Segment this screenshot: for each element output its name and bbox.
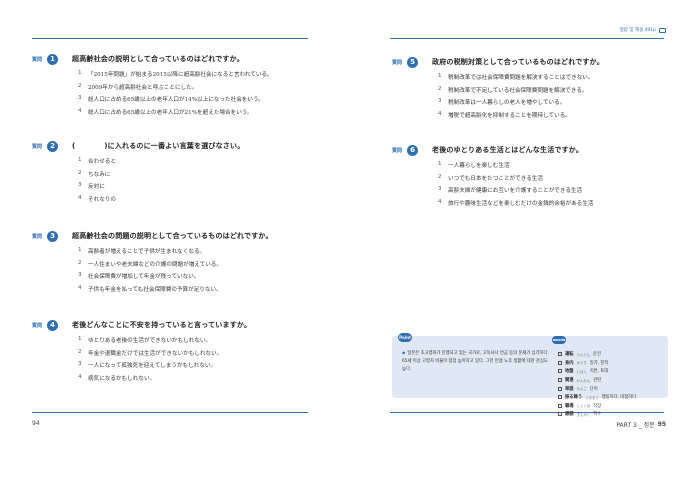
option-item: 1 一人暮らしを楽しむ生活 — [438, 161, 510, 169]
question-number-badge: 3 — [47, 230, 58, 242]
bottom-rule — [32, 412, 308, 413]
point-text: ◆ 일본은 초고령화가 진행되고 있는 국가로, 고독사나 연금 등의 문제가 심… — [402, 350, 552, 374]
option-item: 3 社会保障費が増加して年金が残っていない。 — [78, 272, 200, 280]
option-item: 4 病気になるかもしれない。 — [78, 373, 156, 382]
option-item: 4 旅行や趣味生活などを楽しむだけの金銭的余裕がある生活 — [438, 198, 594, 207]
question-text: 超高齢社会の問題の説明として合っているものはどれですか。 — [72, 232, 273, 240]
question-number-badge: 2 — [47, 140, 58, 152]
question-2: 質問 2 ( )に入れるのに一番よい言葉を選びなさい。 1 合わせると 2 ちなみに… — [32, 140, 244, 207]
question-label: 質問 — [32, 233, 43, 240]
option-item: 1 合わせると — [78, 157, 116, 165]
question-text: 老後のゆとりある生活とはどんな生活ですか。 — [432, 146, 584, 154]
running-head-text: 정답 및 해설 491p — [619, 28, 656, 33]
checkbox-icon — [558, 378, 562, 383]
option-item: 2 2009年から超高齢社会と呼ぶことにした。 — [78, 82, 198, 91]
question-6: 質問 6 老後のゆとりある生活とはどんな生活ですか。 1 一人暮らしを楽しむ生活 … — [392, 144, 593, 211]
footer-part: PART 3 _ 정문 — [616, 422, 655, 429]
vocab-item: 地盤 じばん 지반, 토대 — [558, 367, 636, 376]
option-item: 1 税制改革では社会保障費問題を解決することはできない。 — [438, 73, 594, 81]
running-head: 정답 및 해설 491p — [620, 27, 666, 33]
page-number: 95 — [657, 421, 666, 428]
option-item: 4 それなりの — [78, 194, 116, 203]
option-list: 1 ゆとりある老後の生活ができないかもしれない。 2 年金や退職金だけでは生活ができ… — [32, 336, 251, 386]
option-item: 1 「2015年問題」が始まる2015以降に超高齢社会になると言われている。 — [78, 70, 273, 78]
option-list: 1 「2015年問題」が始まる2015以降に超高齢社会になると言われている。 22… — [32, 70, 273, 120]
question-label: 質問 — [32, 322, 43, 329]
question-1: 質問 1 超高齢社会の説明として合っているのはどれですか。 1 「2015年問題」… — [32, 53, 273, 120]
option-list: 1 合わせると 2 ちなみに 3 反対に 4 それなりの — [32, 157, 244, 207]
words-badge: words — [552, 336, 566, 344]
vocab-item: 身内 みうち 일가, 친척 — [558, 359, 636, 368]
vocab-item: 職場 しょくば 직장 — [558, 402, 636, 411]
checkbox-icon — [558, 369, 562, 374]
question-label: 質問 — [392, 147, 403, 154]
page-footer: PART 3 _ 정문 95 — [616, 420, 666, 429]
point-badge: Point — [398, 333, 412, 342]
book-icon — [659, 27, 666, 33]
right-page: 정답 및 해설 491p 質問 5 政府の税制対策として合っているものはどれです… — [350, 0, 700, 478]
option-item: 3 反対に — [78, 182, 105, 190]
question-text: 政府の税制対策として合っているものはどれですか。 — [432, 58, 604, 66]
checkbox-icon — [558, 352, 562, 357]
option-list: 1 高齢者が増えることで子供が生まれなくなる。 2 一人住まいや老夫婦などの介護の問… — [32, 247, 273, 297]
top-rule — [32, 38, 308, 39]
checkbox-icon — [558, 386, 562, 391]
vocab-list: 運転 うんてん 운전 身内 みうち 일가, 친척 地盤 じばん 지반, 토대 関連 かんれん 관… — [558, 350, 636, 419]
question-number-badge: 6 — [407, 144, 418, 156]
option-list: 1 税制改革では社会保障費問題を解決することはできない。 2 税制改革で不足している… — [392, 73, 604, 123]
top-rule — [390, 38, 664, 39]
question-label: 質問 — [392, 59, 403, 66]
option-list: 1 一人暮らしを楽しむ生活 2 いつでも日本をたつことができる生活 3 高齢夫婦が健康… — [392, 161, 593, 211]
option-item: 4 総人口に占める65歳以上の老年人口が21%を超えた場合をいう。 — [78, 107, 253, 116]
option-item: 3 総人口に占める65歳以上の老年人口が14%以上になった社会をいう。 — [78, 95, 264, 103]
option-item: 2 一人住まいや老夫婦などの介護の問題が増えている。 — [78, 259, 222, 268]
vocab-item: 関連 かんれん 관련 — [558, 376, 636, 385]
option-item: 3 税制改革は一人暮らしの老人を増やしている。 — [438, 98, 566, 106]
option-item: 2 税制改革で不足している社会保障費問題を解決できる。 — [438, 85, 588, 94]
checkbox-icon — [558, 360, 562, 365]
bullet-icon: ◆ — [402, 351, 406, 356]
checkbox-icon — [558, 395, 562, 400]
vocab-item: 単語 たんご 단어 — [558, 384, 636, 393]
page-number: 94 — [32, 420, 40, 427]
question-label: 質問 — [32, 143, 43, 150]
vocab-item: 銀額 ぎんがく 액수 — [558, 410, 636, 419]
vocab-item: 振る舞う ふるまう 행동하다, 대접하다 — [558, 393, 636, 402]
question-number-badge: 1 — [47, 53, 58, 65]
question-number-badge: 4 — [47, 319, 58, 331]
checkbox-icon — [558, 412, 562, 417]
option-item: 4 増税で超高齢化を抑制することを期待している。 — [438, 110, 571, 119]
option-item: 2 年金や退職金だけでは生活ができないかもしれない。 — [78, 348, 223, 357]
option-item: 1 高齢者が増えることで子供が生まれなくなる。 — [78, 247, 206, 255]
question-number-badge: 5 — [407, 56, 418, 68]
option-item: 2 ちなみに — [78, 169, 111, 178]
option-item: 4 子供も年金を払っても社会保障費の予算が足りない。 — [78, 284, 222, 293]
option-item: 3 一人になって孤独死を迎えてしまうかもしれない。 — [78, 361, 217, 369]
vocab-item: 運転 うんてん 운전 — [558, 350, 636, 359]
question-4: 質問 4 老後どんなことに不安を持っていると言っていますか。 1 ゆとりある老後の… — [32, 319, 251, 386]
question-5: 質問 5 政府の税制対策として合っているものはどれですか。 1 税制改革では社会保… — [392, 56, 604, 123]
point-body: 일본은 초고령화가 진행되고 있는 국가로, 고독사나 연금 등의 문제가 심각… — [402, 351, 549, 372]
question-3: 質問 3 超高齢社会の問題の説明として合っているものはどれですか。 1 高齢者が増… — [32, 230, 273, 297]
option-item: 2 いつでも日本をたつことができる生活 — [438, 173, 543, 182]
checkbox-icon — [558, 403, 562, 408]
left-page: 質問 1 超高齢社会の説明として合っているのはどれですか。 1 「2015年問題」… — [0, 0, 350, 478]
option-item: 3 高齢夫婦が健康にお互いを介護することができる生活 — [438, 186, 583, 194]
question-label: 質問 — [32, 56, 43, 63]
question-text: 超高齢社会の説明として合っているのはどれですか。 — [72, 55, 244, 63]
option-item: 1 ゆとりある老後の生活ができないかもしれない。 — [78, 336, 212, 344]
question-text: 老後どんなことに不安を持っていると言っていますか。 — [72, 321, 252, 329]
question-text: ( )に入れるのに一番よい言葉を選びなさい。 — [72, 142, 245, 150]
